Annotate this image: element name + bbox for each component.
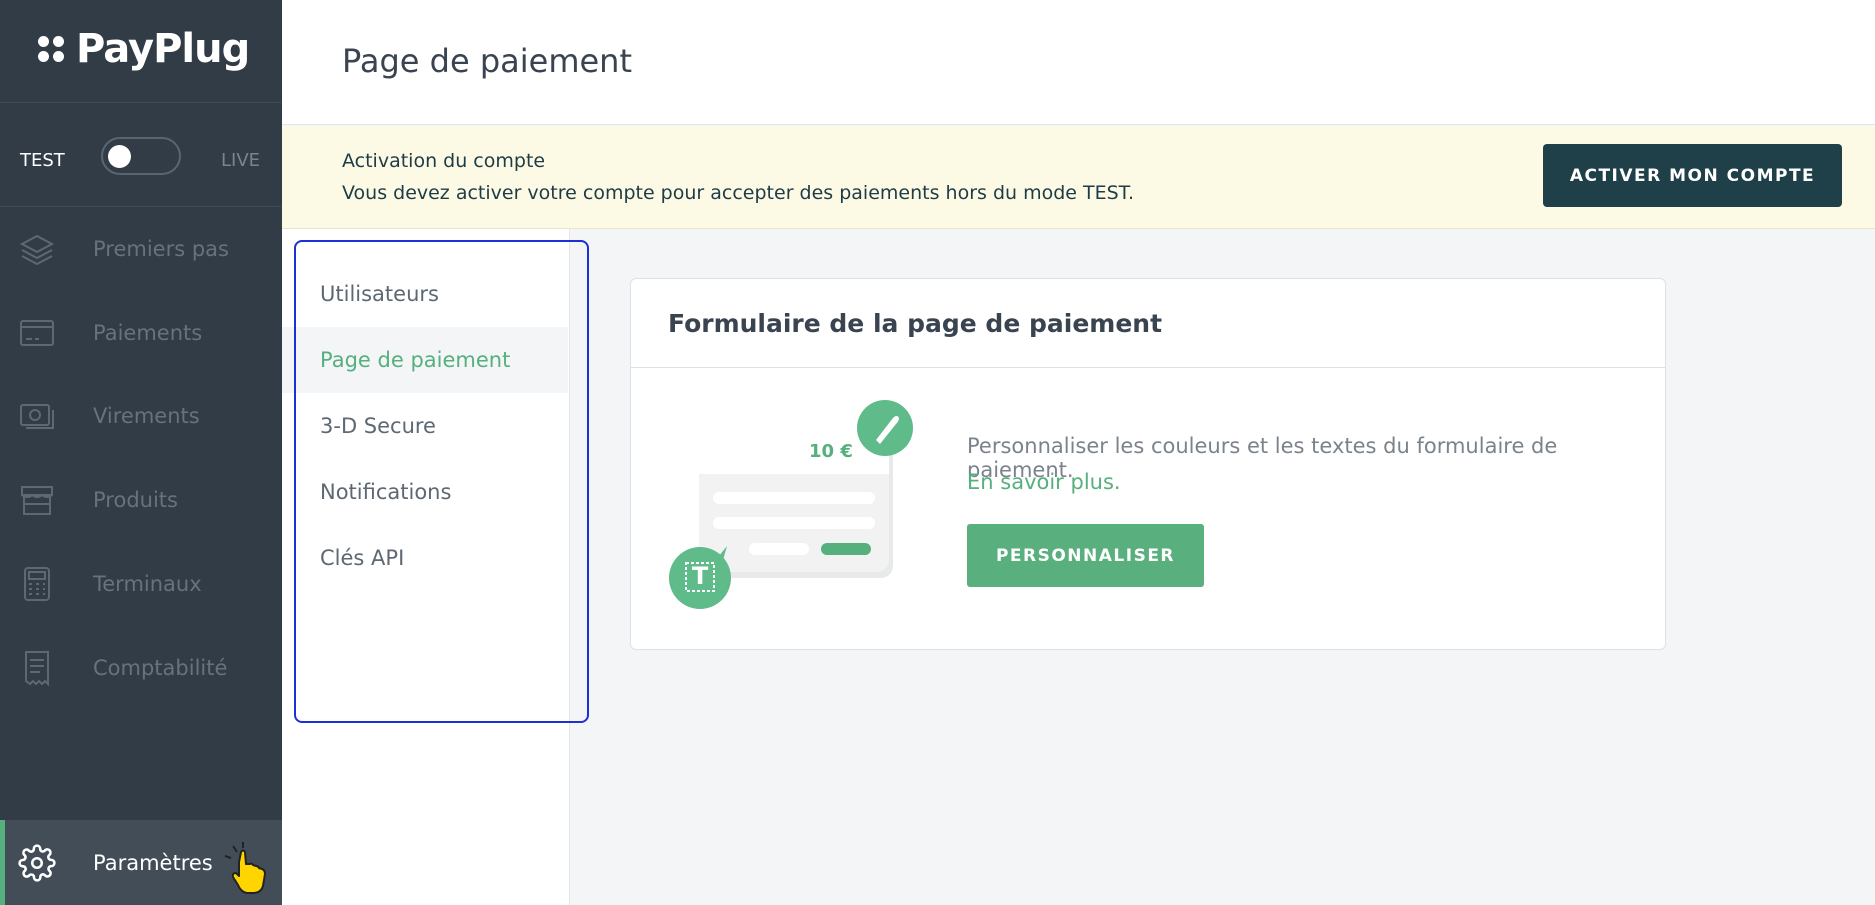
nav-label: Terminaux [93, 572, 202, 596]
layers-icon [18, 230, 56, 268]
subnav-item-cles-api[interactable]: Clés API [282, 525, 568, 591]
pointer-hand-icon [219, 840, 277, 902]
banner-text: Vous devez activer votre compte pour acc… [342, 182, 1135, 204]
payment-form-card: Formulaire de la page de paiement 10 € T… [630, 278, 1666, 650]
gear-icon [18, 843, 56, 882]
divider [0, 206, 282, 207]
payplug-logo[interactable]: PayPlug [36, 26, 250, 72]
brand-name: PayPlug [76, 26, 250, 72]
activation-banner: Activation du compte Vous devez activer … [282, 126, 1875, 229]
nav-item-virements[interactable]: Virements [0, 386, 282, 446]
nav-label: Produits [93, 488, 178, 512]
activate-account-button[interactable]: ACTIVER MON COMPTE [1543, 144, 1842, 207]
toggle-knob [108, 145, 131, 168]
learn-more-link[interactable]: En savoir plus. [967, 470, 1121, 494]
nav-item-parametres[interactable]: Paramètres [0, 820, 282, 905]
receipt-icon [18, 649, 56, 687]
page-title: Page de paiement [342, 42, 632, 80]
credit-card-icon [18, 314, 56, 352]
nav-label: Paiements [93, 321, 203, 345]
test-live-toggle[interactable] [101, 137, 181, 175]
subnav-item-page-de-paiement[interactable]: Page de paiement [282, 327, 568, 393]
payment-form-illustration: 10 € T [661, 396, 931, 611]
mode-test-label: TEST [20, 150, 65, 171]
card-title: Formulaire de la page de paiement [668, 309, 1163, 338]
nav-label: Paramètres [93, 850, 213, 875]
nav-label: Virements [93, 404, 200, 428]
mode-live-label: LIVE [221, 150, 261, 171]
nav-item-comptabilite[interactable]: Comptabilité [0, 638, 282, 698]
sidebar: PayPlug TEST LIVE Premiers pas Paiements… [0, 0, 282, 905]
store-icon [18, 481, 56, 519]
nav-item-premiers-pas[interactable]: Premiers pas [0, 219, 282, 279]
banner-title: Activation du compte [342, 150, 546, 172]
personalize-button[interactable]: PERSONNALISER [967, 524, 1204, 587]
mode-switch-row: TEST LIVE [0, 103, 282, 206]
subnav-item-notifications[interactable]: Notifications [282, 459, 568, 525]
nav-item-terminaux[interactable]: Terminaux [0, 554, 282, 614]
subnav-item-utilisateurs[interactable]: Utilisateurs [282, 261, 568, 327]
nav-label: Premiers pas [93, 237, 229, 261]
page-header: Page de paiement [282, 0, 1875, 125]
card-header: Formulaire de la page de paiement [631, 279, 1665, 368]
nav-item-paiements[interactable]: Paiements [0, 303, 282, 363]
nav-item-produits[interactable]: Produits [0, 470, 282, 530]
logo-dots-icon [36, 34, 66, 64]
text-tool-icon: T [691, 562, 709, 590]
nav-label: Comptabilité [93, 656, 228, 680]
settings-subnav: Utilisateurs Page de paiement 3-D Secure… [282, 229, 589, 905]
money-transfer-icon [18, 397, 56, 435]
illustration-amount: 10 € [809, 441, 853, 462]
subnav-item-3d-secure[interactable]: 3-D Secure [282, 393, 568, 459]
terminal-icon [18, 565, 56, 603]
